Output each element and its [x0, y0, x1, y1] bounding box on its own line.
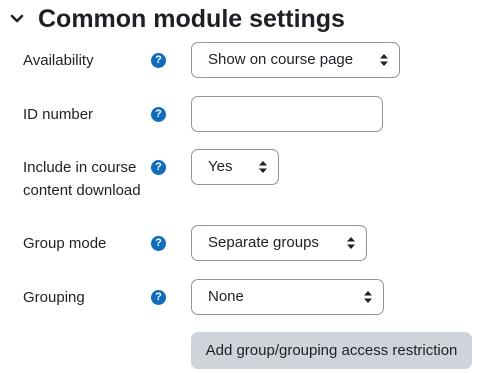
id-number-input[interactable]: [191, 96, 383, 132]
id-number-help-icon[interactable]: ?: [151, 107, 166, 122]
sort-arrows-icon: [259, 161, 267, 173]
chevron-down-icon: [6, 8, 28, 30]
add-group-restriction-button[interactable]: Add group/grouping access restriction: [191, 332, 472, 369]
grouping-help-icon[interactable]: ?: [151, 290, 166, 305]
group-mode-select-value: Separate groups: [208, 234, 319, 251]
content-download-select-value: Yes: [208, 158, 233, 175]
availability-label: Availability: [23, 52, 94, 69]
content-download-label-line1: Include in course: [23, 159, 137, 176]
availability-select-value: Show on course page: [208, 51, 354, 68]
id-number-label: ID number: [23, 106, 94, 123]
sort-arrows-icon: [364, 291, 372, 303]
content-download-label-line2: content download: [23, 182, 141, 199]
sort-arrows-icon: [380, 54, 388, 66]
grouping-select[interactable]: None: [191, 279, 384, 315]
content-download-select[interactable]: Yes: [191, 149, 279, 185]
sort-arrows-icon: [347, 237, 355, 249]
availability-select[interactable]: Show on course page: [191, 42, 400, 78]
section-header-toggle[interactable]: Common module settings: [6, 2, 345, 36]
grouping-select-value: None: [208, 288, 244, 305]
availability-help-icon[interactable]: ?: [151, 53, 166, 68]
group-mode-help-icon[interactable]: ?: [151, 236, 166, 251]
section-title: Common module settings: [38, 4, 345, 33]
grouping-label: Grouping: [23, 289, 85, 306]
content-download-label: Include in course content download: [23, 156, 141, 202]
content-download-help-icon[interactable]: ?: [151, 160, 166, 175]
group-mode-label: Group mode: [23, 235, 107, 252]
group-mode-select[interactable]: Separate groups: [191, 225, 367, 261]
